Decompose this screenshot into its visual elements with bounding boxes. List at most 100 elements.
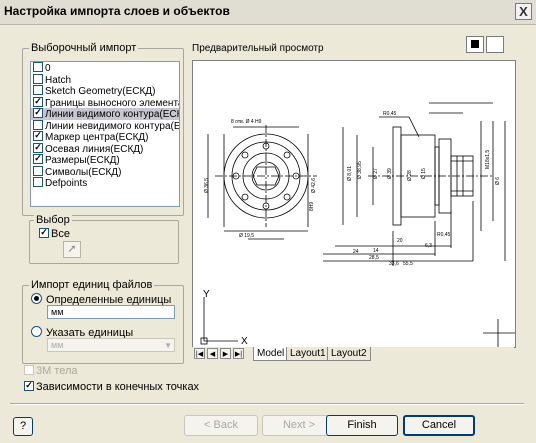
light-background-toggle[interactable]: [486, 36, 504, 53]
dimension-label: 24: [353, 249, 359, 255]
units-label: Импорт единиц файлов: [29, 279, 155, 291]
radio-off-icon[interactable]: [31, 326, 42, 337]
dimension-label: Ø 36,5: [204, 178, 210, 193]
select-all-checkbox[interactable]: Все: [39, 228, 70, 240]
dimension-label: М18x1,5: [485, 150, 491, 169]
dimension-label: 8Н9: [309, 202, 315, 211]
tab-layout1[interactable]: Layout1: [286, 347, 330, 361]
dimension-label: Ø 39: [387, 168, 393, 179]
layer-item[interactable]: Осевая линия(ЕСКД): [31, 142, 179, 155]
layer-item[interactable]: Размеры(ЕСКД): [31, 154, 179, 166]
layer-item[interactable]: Hatch: [31, 73, 179, 86]
first-tab-button[interactable]: |◀: [194, 348, 205, 359]
layer-item[interactable]: Линии невидимого контура(ЕСКД): [31, 119, 180, 132]
dimension-label: 55,5: [403, 261, 413, 267]
layer-checkbox[interactable]: [33, 165, 43, 176]
prev-tab-button[interactable]: ◀: [207, 348, 218, 359]
dimension-label: Ø 15: [421, 168, 427, 179]
dimension-label: 33,6: [389, 261, 399, 267]
layer-label: Hatch: [45, 74, 72, 86]
layer-checkbox[interactable]: [33, 142, 43, 153]
layer-item[interactable]: Границы выносного элемента(ЕСК: [31, 96, 179, 109]
layer-checkbox[interactable]: [33, 177, 43, 187]
black-square-icon: [471, 40, 479, 48]
y-axis-label: Y: [203, 289, 210, 300]
layer-item[interactable]: Sketch Geometry(ЕСКД): [31, 85, 179, 97]
layer-item[interactable]: Defpoints: [31, 177, 179, 189]
dimension-label: 20: [397, 238, 403, 244]
layer-item[interactable]: Символы(ЕСКД): [31, 165, 179, 178]
layer-label: Sketch Geometry(ЕСКД): [45, 86, 156, 97]
last-tab-button[interactable]: ▶|: [233, 348, 244, 359]
preview-pane[interactable]: 8 отв. Ø 4 Н9 Ø 36,5 Ø 19,5 Ø 42,6 8Н9 Ø 8,01…: [192, 60, 516, 348]
dimension-label: 8 отв. Ø 4 Н9: [231, 119, 262, 125]
x-axis-label: X: [241, 336, 248, 347]
dimension-labels: 8 отв. Ø 4 Н9 Ø 36,5 Ø 19,5 Ø 42,6 8Н9 Ø 8,01…: [204, 111, 501, 267]
select-all-label: Все: [51, 228, 70, 240]
layer-checkbox[interactable]: [33, 73, 43, 84]
footer-separator: [10, 403, 524, 405]
help-button[interactable]: ?: [13, 417, 33, 436]
window-title: Настройка импорта слоев и объектов: [4, 4, 230, 18]
solid-3d-checkbox[interactable]: [24, 365, 34, 375]
layout-tabs: |◀ ◀ ▶ ▶| Model Layout1 Layout2: [192, 347, 514, 361]
layer-checkbox[interactable]: [33, 154, 43, 164]
layer-checkbox[interactable]: [33, 62, 43, 72]
tab-model[interactable]: Model: [253, 347, 289, 361]
dimension-label: Ø 8,01: [347, 166, 353, 181]
layer-label: 0: [45, 63, 51, 74]
endpoint-constraints-option[interactable]: Зависимости в конечных точках: [24, 381, 199, 393]
layer-label: Осевая линия(ЕСКД): [45, 143, 144, 155]
tab-layout2[interactable]: Layout2: [327, 347, 371, 361]
layer-item[interactable]: Линии видимого контура(ЕСКД): [31, 108, 179, 120]
solid-3d-option[interactable]: 3М тела: [24, 365, 78, 377]
preview-label: Предварительный просмотр: [192, 43, 324, 54]
dimension-label: R0,45: [437, 232, 451, 238]
dimension-label: Ø 6: [495, 177, 501, 185]
layer-item[interactable]: 0: [31, 62, 179, 74]
finish-button[interactable]: Finish: [326, 415, 398, 436]
endpoint-constraints-checkbox[interactable]: [24, 381, 34, 391]
next-tab-button[interactable]: ▶: [220, 348, 231, 359]
layer-label: Линии невидимого контура(ЕСКД): [45, 120, 180, 132]
layer-label: Маркер центра(ЕСКД): [45, 132, 149, 143]
solid-3d-label: 3М тела: [36, 365, 78, 377]
dimension-label: 6,3: [425, 243, 432, 249]
layer-checkbox[interactable]: [33, 96, 43, 107]
layer-label: Символы(ЕСКД): [45, 166, 122, 178]
layer-checkbox[interactable]: [33, 119, 43, 130]
dimension-label: R0,45: [383, 111, 397, 117]
close-button[interactable]: X: [515, 3, 532, 20]
dimension-label: Ø 28: [407, 170, 413, 181]
select-all-check-icon[interactable]: [39, 228, 49, 238]
layer-label: Линии видимого контура(ЕСКД): [45, 109, 180, 120]
selective-import-label: Выборочный импорт: [29, 42, 139, 54]
layer-label: Размеры(ЕСКД): [45, 155, 120, 166]
layer-list[interactable]: 0HatchSketch Geometry(ЕСКД)Границы вынос…: [30, 61, 180, 207]
pick-button[interactable]: ➚: [63, 241, 81, 258]
dimension-label: 28,5: [369, 255, 379, 261]
dimension-label: Ø 27: [373, 168, 379, 179]
back-button[interactable]: < Back: [184, 415, 258, 436]
dimension-label: Ø 19,5: [239, 233, 254, 239]
title-bar: Настройка импорта слоев и объектов X: [0, 0, 536, 25]
layer-checkbox[interactable]: [33, 85, 43, 95]
drawing-canvas: 8 отв. Ø 4 Н9 Ø 36,5 Ø 19,5 Ø 42,6 8Н9 Ø 8,01…: [200, 102, 515, 347]
dark-background-toggle[interactable]: [466, 36, 484, 53]
layer-checkbox[interactable]: [33, 131, 43, 141]
layer-item[interactable]: Маркер центра(ЕСКД): [31, 131, 179, 143]
chevron-down-icon: ▼: [164, 341, 172, 350]
dimension-label: Ø 38,95: [357, 161, 363, 179]
radio-on-icon[interactable]: [31, 293, 42, 304]
next-button[interactable]: Next >: [262, 415, 336, 436]
specify-units-select[interactable]: мм ▼: [47, 338, 175, 352]
specify-units-value: мм: [51, 340, 64, 350]
endpoint-constraints-label: Зависимости в конечных точках: [36, 381, 200, 393]
layer-checkbox[interactable]: [33, 108, 43, 118]
dimension-label: 14: [373, 248, 379, 254]
defined-units-field[interactable]: мм: [47, 305, 175, 319]
cancel-button[interactable]: Cancel: [403, 415, 475, 436]
selection-group: Выбор: [29, 214, 179, 264]
layer-label: Границы выносного элемента(ЕСК: [45, 97, 179, 109]
layer-label: Defpoints: [45, 178, 88, 189]
